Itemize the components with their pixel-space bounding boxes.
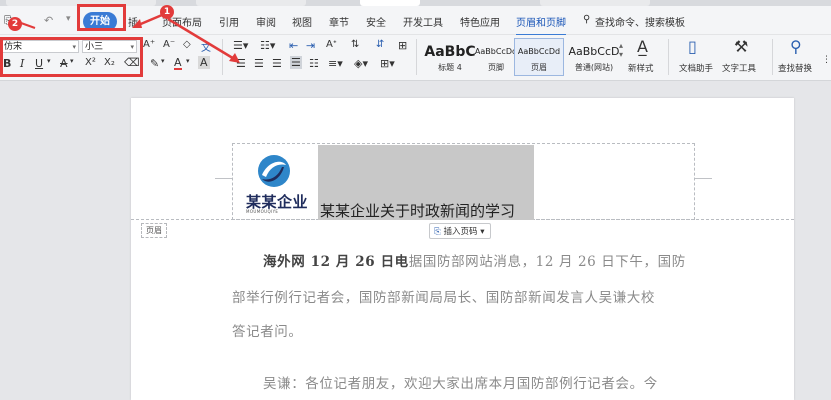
chevron-down-icon: ▾ [477,227,485,237]
arrow-head [132,19,142,28]
insert-page-number-button[interactable]: ⎘ 插入页码 ▾ [429,223,491,239]
paragraph-1[interactable]: 海外网 12 月 26 日电据国防部网站消息，12 月 26 日下午，国防 [263,250,686,270]
insert-page-number-label: 插入页码 [443,227,478,237]
paragraph-1-line-3[interactable]: 答记者问。 [232,320,303,340]
company-logo-icon [258,155,290,187]
company-logo-subtext: MOUMOUQIYE [246,209,279,214]
paragraph-1-line-2[interactable]: 部举行例行记者会，国防部新闻局局长、国防部新闻发言人吴谦大校 [232,286,655,306]
dateline: 海外网 12 月 26 日电 [263,254,409,270]
header-title[interactable]: 某某企业关于时政新闻的学习 [320,200,515,221]
paragraph-2[interactable]: 吴谦：各位记者朋友，欢迎大家出席本月国防部例行记者会。今 [263,372,658,392]
crop-mark [215,178,232,179]
paragraph-1-text: 据国防部网站消息，12 月 26 日下午，国防 [408,254,686,270]
arrow-line [167,17,237,62]
crop-mark [695,178,712,179]
arrow-line [20,22,36,29]
page-number-icon: ⎘ [434,227,444,237]
header-label: 页眉 [141,223,167,238]
